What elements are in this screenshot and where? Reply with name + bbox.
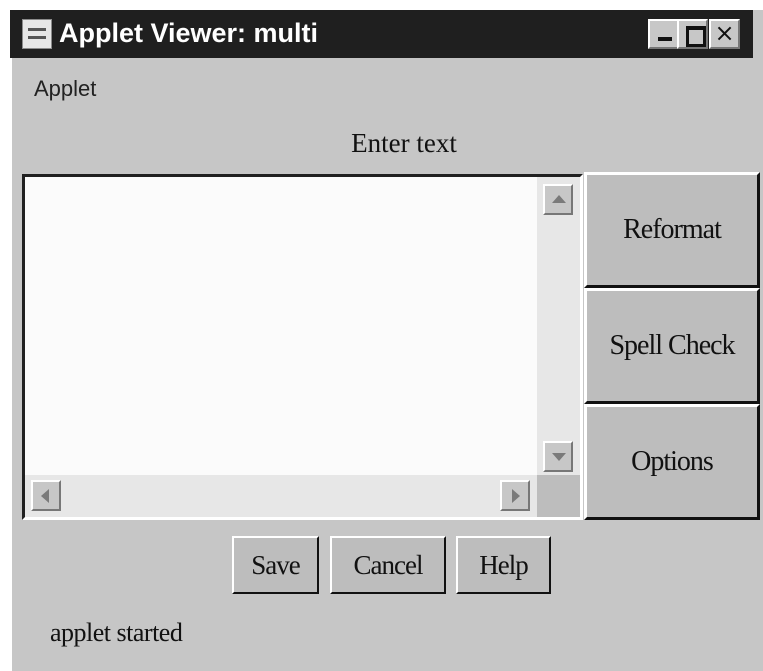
enter-text-label: Enter text <box>351 128 457 158</box>
maximize-icon <box>686 26 706 47</box>
text-area-content[interactable] <box>25 177 538 479</box>
menu-item-applet[interactable]: Applet <box>34 76 96 101</box>
close-button[interactable]: × <box>709 19 740 49</box>
scroll-up-button[interactable] <box>543 184 573 215</box>
minimize-icon <box>658 37 672 41</box>
arrow-down-icon <box>552 453 566 461</box>
scroll-left-button[interactable] <box>31 480 61 511</box>
scroll-down-button[interactable] <box>543 441 573 472</box>
save-button[interactable]: Save <box>232 536 319 594</box>
menu-bar: Applet <box>34 76 96 102</box>
vertical-scrollbar[interactable] <box>537 177 580 479</box>
status-message: applet started <box>50 618 183 647</box>
options-button[interactable]: Options <box>584 404 760 520</box>
maximize-button[interactable] <box>677 19 708 49</box>
spell-check-button[interactable]: Spell Check <box>584 288 760 404</box>
arrow-right-icon <box>512 489 520 503</box>
minimize-button[interactable] <box>648 19 679 49</box>
cancel-button[interactable]: Cancel <box>330 536 446 594</box>
scrollbar-corner <box>537 475 580 517</box>
close-icon: × <box>714 19 735 47</box>
arrow-up-icon <box>552 195 566 203</box>
titlebar: Applet Viewer: multi × <box>10 10 753 58</box>
window-title: Applet Viewer: multi <box>59 18 319 48</box>
applet-icon <box>22 19 52 49</box>
help-button[interactable]: Help <box>456 536 551 594</box>
horizontal-scrollbar[interactable] <box>25 475 538 517</box>
text-area[interactable] <box>22 174 583 520</box>
arrow-left-icon <box>41 489 49 503</box>
scroll-right-button[interactable] <box>500 480 530 511</box>
reformat-button[interactable]: Reformat <box>584 172 760 288</box>
